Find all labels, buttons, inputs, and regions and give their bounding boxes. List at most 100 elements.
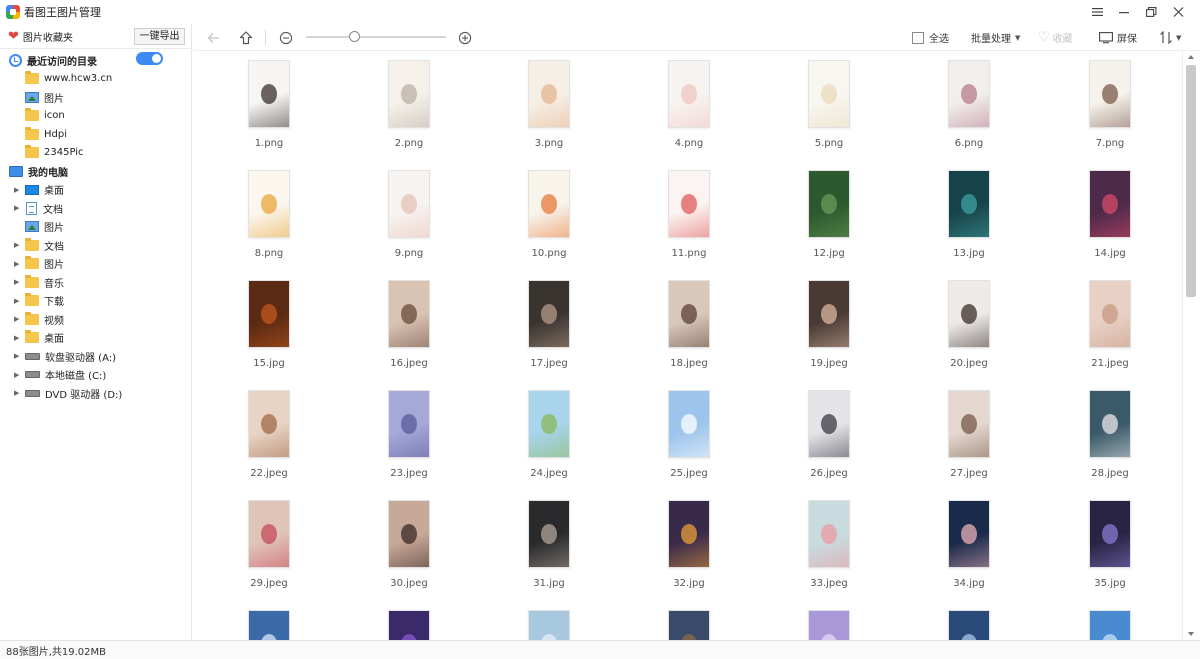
thumbnail-image[interactable] bbox=[248, 280, 290, 348]
one-click-export-button[interactable]: 一键导出 bbox=[134, 28, 185, 45]
thumbnail-image[interactable] bbox=[248, 610, 290, 640]
scroll-up-icon[interactable] bbox=[1188, 55, 1194, 59]
scrollbar-thumb[interactable] bbox=[1186, 65, 1196, 297]
expand-arrow-icon[interactable]: ▶ bbox=[14, 389, 25, 397]
favorite-button[interactable]: ♡ 收藏 bbox=[1038, 29, 1073, 46]
file-name-label: 5.png bbox=[814, 138, 844, 149]
expand-arrow-icon[interactable]: ▶ bbox=[14, 241, 25, 249]
sort-button[interactable]: ▼ bbox=[1159, 29, 1181, 46]
maximize-icon[interactable] bbox=[1138, 0, 1165, 24]
thumbnail-image[interactable] bbox=[388, 500, 430, 568]
thumbnail-fill bbox=[389, 61, 429, 127]
thumbnail-image[interactable] bbox=[528, 610, 570, 640]
expand-arrow-icon[interactable]: ▶ bbox=[14, 334, 25, 342]
computer-item[interactable]: ▶ 文档 bbox=[0, 199, 192, 218]
thumbnail-image[interactable] bbox=[1089, 390, 1131, 458]
computer-item[interactable]: ▶ 图片 bbox=[0, 255, 192, 274]
computer-item[interactable]: ▶ 文档 bbox=[0, 236, 192, 255]
recent-item[interactable]: 图片 bbox=[0, 88, 192, 107]
expand-arrow-icon[interactable]: ▶ bbox=[14, 260, 25, 268]
batch-process-button[interactable]: 批量处理 ▼ bbox=[971, 29, 1020, 46]
thumbnail-image[interactable] bbox=[248, 390, 290, 458]
recent-item[interactable]: icon bbox=[0, 107, 192, 126]
recent-item[interactable]: www.hcw3.cn bbox=[0, 70, 192, 89]
computer-item[interactable]: ▶ DVD 驱动器 (D:) bbox=[0, 384, 192, 403]
expand-arrow-icon[interactable]: ▶ bbox=[14, 352, 25, 360]
thumbnail-image[interactable] bbox=[528, 170, 570, 238]
thumbnail-image[interactable] bbox=[808, 170, 850, 238]
thumbnail-image[interactable] bbox=[668, 60, 710, 128]
thumbnail-image[interactable] bbox=[388, 280, 430, 348]
recent-item[interactable]: 2345Pic bbox=[0, 144, 192, 163]
thumbnail-image[interactable] bbox=[948, 60, 990, 128]
thumbnail-image[interactable] bbox=[528, 390, 570, 458]
thumbnail-image[interactable] bbox=[808, 500, 850, 568]
select-all-checkbox[interactable] bbox=[912, 31, 924, 44]
thumbnail-image[interactable] bbox=[948, 390, 990, 458]
favorites-row[interactable]: ❤ 图片收藏夹 一键导出 bbox=[0, 24, 192, 49]
thumbnail-image[interactable] bbox=[388, 170, 430, 238]
thumbnail-image[interactable] bbox=[1089, 610, 1131, 640]
computer-item[interactable]: ▶ 本地磁盘 (C:) bbox=[0, 366, 192, 385]
thumbnail-image[interactable] bbox=[528, 280, 570, 348]
expand-arrow-icon[interactable]: ▶ bbox=[14, 204, 25, 212]
thumbnail-image[interactable] bbox=[1089, 500, 1131, 568]
zoom-out-icon[interactable] bbox=[279, 29, 293, 46]
computer-item[interactable]: ▶ 桌面 bbox=[0, 181, 192, 200]
select-all-button[interactable]: 全选 bbox=[912, 29, 949, 46]
expand-arrow-icon[interactable]: ▶ bbox=[14, 315, 25, 323]
computer-item[interactable]: ▶ 音乐 bbox=[0, 273, 192, 292]
thumbnail-image[interactable] bbox=[248, 60, 290, 128]
zoom-slider-handle[interactable] bbox=[349, 31, 360, 42]
arrow-up-icon[interactable] bbox=[239, 29, 253, 46]
thumbnail-image[interactable] bbox=[388, 610, 430, 640]
thumbnail-image[interactable] bbox=[948, 610, 990, 640]
computer-item[interactable]: ▶ 桌面 bbox=[0, 329, 192, 348]
computer-item[interactable]: ▶ 下载 bbox=[0, 292, 192, 311]
thumbnail-image[interactable] bbox=[1089, 60, 1131, 128]
thumbnail-image[interactable] bbox=[808, 390, 850, 458]
thumbnail-image[interactable] bbox=[248, 500, 290, 568]
thumbnail-image[interactable] bbox=[948, 500, 990, 568]
computer-item[interactable]: ▶ 视频 bbox=[0, 310, 192, 329]
thumbnail-image[interactable] bbox=[248, 170, 290, 238]
expand-arrow-icon[interactable]: ▶ bbox=[14, 371, 25, 379]
screensaver-button[interactable]: 屏保 bbox=[1099, 29, 1137, 46]
arrow-left-icon[interactable] bbox=[207, 29, 220, 46]
zoom-slider-track[interactable] bbox=[306, 36, 446, 38]
thumbnail-image[interactable] bbox=[668, 610, 710, 640]
my-computer-header[interactable]: 我的电脑 bbox=[0, 162, 192, 181]
thumbnail-image[interactable] bbox=[528, 60, 570, 128]
computer-item[interactable]: ▶ 软盘驱动器 (A:) bbox=[0, 347, 192, 366]
thumbnail-image[interactable] bbox=[1089, 170, 1131, 238]
thumbnail-image[interactable] bbox=[948, 170, 990, 238]
thumbnail-image[interactable] bbox=[808, 60, 850, 128]
thumbnail-image[interactable] bbox=[668, 500, 710, 568]
recent-directories-toggle[interactable] bbox=[136, 52, 163, 65]
minimize-icon[interactable] bbox=[1111, 0, 1138, 24]
thumbnail-image[interactable] bbox=[668, 280, 710, 348]
expand-arrow-icon[interactable]: ▶ bbox=[14, 278, 25, 286]
menu-icon[interactable] bbox=[1084, 0, 1111, 24]
scroll-down-icon[interactable] bbox=[1188, 632, 1194, 636]
expand-arrow-icon[interactable]: ▶ bbox=[14, 186, 25, 194]
computer-item[interactable]: 图片 bbox=[0, 218, 192, 237]
thumbnail-fill bbox=[949, 171, 989, 237]
thumbnail-image[interactable] bbox=[668, 390, 710, 458]
thumbnail-image[interactable] bbox=[948, 280, 990, 348]
thumbnail-image[interactable] bbox=[388, 60, 430, 128]
thumbnail-image[interactable] bbox=[1089, 280, 1131, 348]
expand-arrow-icon[interactable]: ▶ bbox=[14, 297, 25, 305]
recent-item[interactable]: Hdpi bbox=[0, 125, 192, 144]
thumbnail-image[interactable] bbox=[808, 280, 850, 348]
thumbnail-image[interactable] bbox=[388, 390, 430, 458]
thumbnail-image[interactable] bbox=[528, 500, 570, 568]
thumbnail-image[interactable] bbox=[668, 170, 710, 238]
thumbnail-image[interactable] bbox=[808, 610, 850, 640]
zoom-in-icon[interactable] bbox=[458, 29, 472, 46]
recent-directories-header[interactable]: 最近访问的目录 bbox=[0, 51, 192, 70]
vertical-scrollbar[interactable] bbox=[1182, 51, 1200, 640]
folder-icon bbox=[25, 274, 39, 288]
thumbnail-subject bbox=[961, 304, 977, 324]
close-icon[interactable] bbox=[1165, 0, 1192, 24]
